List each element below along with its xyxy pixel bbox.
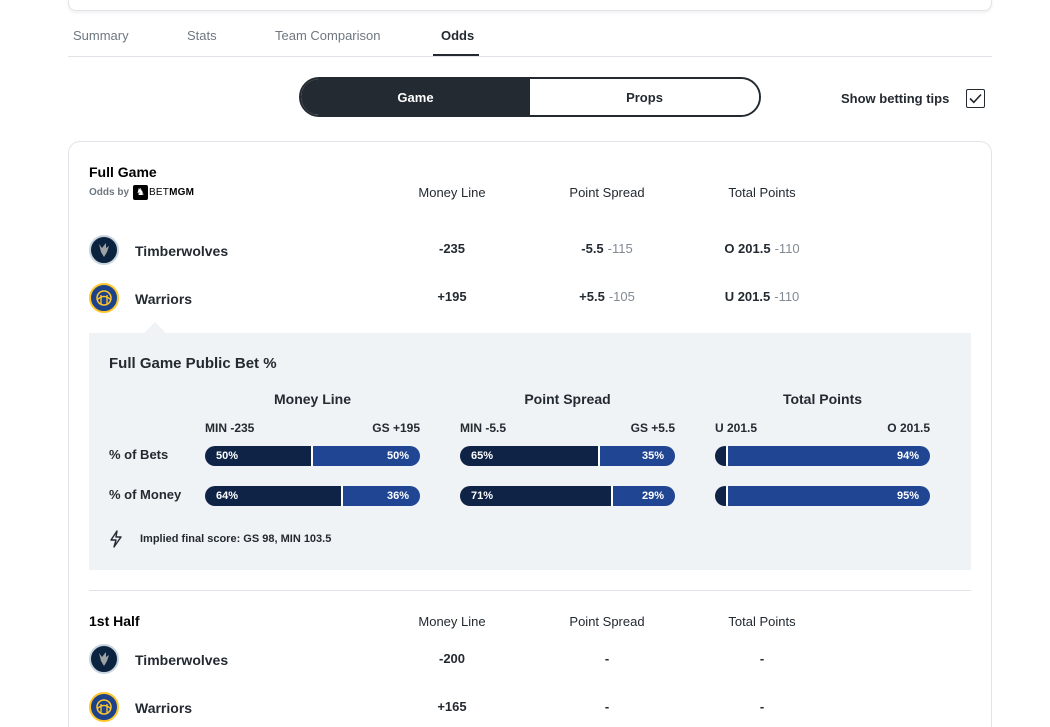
bar-segment-right: 95% [728,486,930,506]
active-tab-underline [433,54,479,56]
tab-team-comparison[interactable]: Team Comparison [275,28,381,43]
tab-stats[interactable]: Stats [187,28,217,43]
odds-cell[interactable]: +165 [382,699,522,714]
odds-cell[interactable]: -5.5 -115 [537,241,677,256]
col-money-line: Money Line [418,614,486,629]
group-title: Total Points [782,391,863,407]
bar-segment-left: 71% [460,486,613,506]
money-bar: 71% 29% [460,486,675,506]
odds-cell: - [759,651,765,666]
warriors-logo [89,692,119,722]
bar-segment-right: 35% [599,446,675,466]
team-name[interactable]: Timberwolves [135,652,228,668]
bar-segment-right: 29% [612,486,675,506]
tab-odds[interactable]: Odds [441,28,474,43]
wolf-icon [99,243,109,257]
row-label-money: % of Money [109,487,182,502]
odds-cell[interactable]: O 201.5 -110 [692,241,832,256]
side-right: GS +5.5 [630,421,675,435]
timberwolves-logo [89,644,119,674]
warriors-logo [89,283,119,313]
checkmark-icon [969,93,982,104]
props-toggle-button[interactable]: Props [530,79,759,115]
team-name[interactable]: Warriors [135,700,192,716]
group-title: Money Line [273,391,351,407]
bridge-icon [96,290,112,306]
betting-tips-toggle: Show betting tips [841,89,986,108]
odds-card: Full Game Odds by ♞ BETMGM Money Line Po… [68,141,992,727]
odds-cell: - [604,699,610,714]
money-bar: 5% 95% [715,486,930,506]
col-point-spread: Point Spread [569,185,645,200]
bets-bar: 6% 94% [715,446,930,466]
bets-bar: 50% 50% [205,446,420,466]
odds-cell[interactable]: U 201.5 -110 [692,289,832,304]
implied-score-text: Implied final score: GS 98, MIN 103.5 [140,533,332,545]
wolf-icon [99,652,109,666]
odds-by: Odds by ♞ BETMGM [89,185,194,200]
full-game-title: Full Game [89,164,157,180]
section-divider [89,590,971,591]
public-bet-title: Full Game Public Bet % [109,355,277,372]
row-label-bets: % of Bets [109,447,169,462]
bar-segment-left: 65% [460,446,600,466]
bar-segment-right: 36% [342,486,420,506]
betting-tips-checkbox[interactable] [966,89,986,108]
group-title: Point Spread [524,391,611,407]
tab-summary[interactable]: Summary [73,28,129,43]
first-half-title: 1st Half [89,613,140,629]
odds-cell[interactable]: -235 [382,241,522,256]
odds-cell[interactable]: -200 [382,651,522,666]
money-bar: 64% 36% [205,486,420,506]
betting-tips-label: Show betting tips [841,91,950,106]
bar-segment-left: 6% [715,446,742,466]
odds-cell[interactable]: +5.5 -105 [537,289,677,304]
timberwolves-logo [89,235,119,265]
game-props-toggle: Game Props [299,77,761,117]
top-card-edge [68,0,992,11]
col-money-line: Money Line [418,185,486,200]
game-toggle-button[interactable]: Game [301,79,530,115]
bar-segment-right: 50% [312,446,420,466]
public-bet-panel: Full Game Public Bet % % of Bets % of Mo… [89,333,971,570]
odds-cell: - [604,651,610,666]
team-name[interactable]: Warriors [135,291,192,307]
bets-bar: 65% 35% [460,446,675,466]
implied-score: Implied final score: GS 98, MIN 103.5 [109,530,331,548]
side-right: O 201.5 [887,421,930,435]
side-right: GS +195 [372,421,420,435]
bar-segment-left: 5% [715,486,742,506]
bridge-icon [96,699,112,715]
odds-cell: - [759,699,765,714]
bar-segment-left: 64% [205,486,343,506]
lightning-icon [110,530,122,548]
betmgm-logo: ♞ BETMGM [133,185,194,200]
tab-bar: Summary Stats Team Comparison Odds [68,22,992,57]
betmgm-lion-icon: ♞ [133,185,149,200]
col-total-points: Total Points [728,185,796,200]
bar-segment-right: 94% [728,446,930,466]
panel-pointer [144,322,166,333]
bar-segment-left: 50% [205,446,313,466]
odds-by-label: Odds by [89,187,130,198]
col-total-points: Total Points [728,614,796,629]
team-name[interactable]: Timberwolves [135,243,228,259]
odds-cell[interactable]: +195 [382,289,522,304]
col-point-spread: Point Spread [569,614,645,629]
